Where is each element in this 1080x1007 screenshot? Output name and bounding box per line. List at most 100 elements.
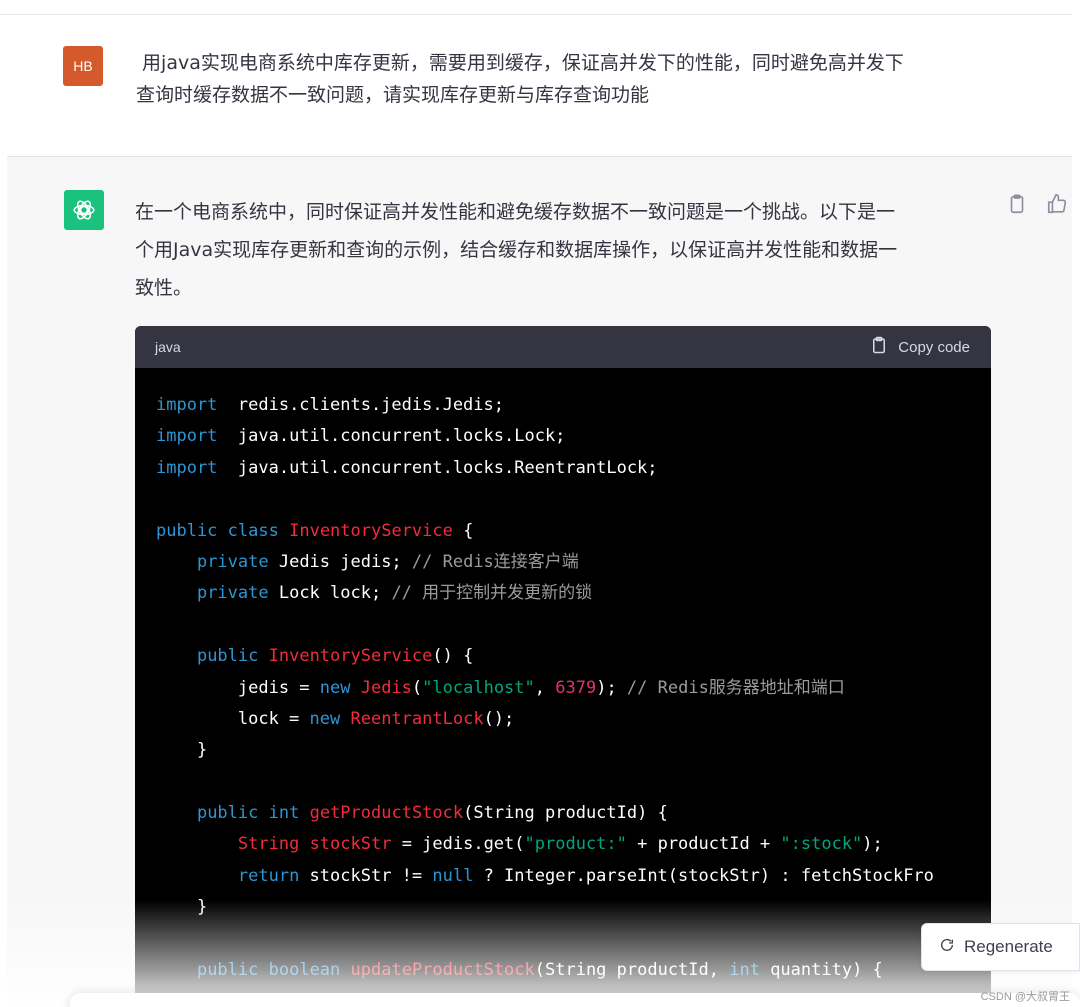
code-token: import bbox=[156, 395, 218, 415]
code-token: java.util.concurrent.locks.ReentrantLock… bbox=[217, 457, 658, 478]
copy-code-label: Copy code bbox=[898, 338, 970, 356]
code-token: class bbox=[227, 520, 279, 541]
code-token: int bbox=[268, 803, 300, 824]
code-token: () { bbox=[432, 646, 474, 667]
clipboard-icon bbox=[870, 335, 888, 359]
code-block: java Copy code import redis.clients.jedi… bbox=[135, 326, 991, 1007]
code-token: // 用于控制并发更新的锁 bbox=[391, 583, 593, 604]
code-token: "product:" bbox=[524, 834, 627, 855]
code-token: , bbox=[534, 677, 556, 698]
code-token: new bbox=[309, 708, 341, 729]
code-token: { bbox=[452, 520, 474, 541]
code-token: ); bbox=[596, 677, 627, 698]
code-token: import bbox=[156, 457, 218, 478]
code-token: (); bbox=[483, 708, 515, 729]
code-line: public int getProductStock(String produc… bbox=[156, 798, 991, 829]
code-token: return bbox=[237, 865, 300, 886]
thumbs-up-icon[interactable] bbox=[1046, 193, 1068, 215]
clipboard-icon[interactable] bbox=[1006, 193, 1028, 215]
assistant-text-line: 在一个电商系统中，同时保证高并发性能和避免缓存数据不一致问题是一个挑战。以下是一 bbox=[135, 201, 896, 223]
code-line: private Lock lock; // 用于控制并发更新的锁 bbox=[156, 578, 991, 609]
code-token: import bbox=[156, 426, 218, 447]
code-line: public class InventoryService { bbox=[156, 516, 991, 547]
assistant-message-text: 在一个电商系统中，同时保证高并发性能和避免缓存数据不一致问题是一个挑战。以下是一… bbox=[135, 193, 985, 307]
code-token: Lock lock; bbox=[268, 583, 392, 604]
regenerate-button[interactable]: Regenerate bbox=[921, 923, 1080, 971]
message-actions bbox=[1006, 193, 1068, 215]
code-token: java.util.concurrent.locks.Lock; bbox=[217, 426, 566, 447]
code-token: boolean bbox=[268, 960, 341, 981]
code-line: public InventoryService() { bbox=[156, 641, 991, 672]
code-token: private bbox=[196, 551, 269, 572]
code-token: (String productId) { bbox=[463, 803, 668, 824]
code-body: import redis.clients.jedis.Jedis; import … bbox=[135, 368, 991, 986]
code-token: public bbox=[156, 520, 218, 541]
user-message-line: 查询时缓存数据不一致问题，请实现库存更新与库存查询功能 bbox=[136, 84, 650, 106]
code-token: public bbox=[196, 960, 259, 981]
code-line: return stockStr != null ? Integer.parseI… bbox=[156, 861, 991, 892]
code-token: int bbox=[729, 960, 760, 981]
code-token: (String productId, bbox=[534, 960, 730, 981]
code-token: public bbox=[196, 803, 259, 824]
code-line: import redis.clients.jedis.Jedis; bbox=[156, 390, 991, 421]
user-message-text: 用java实现电商系统中库存更新，需要用到缓存，保证高并发下的性能，同时避免高并… bbox=[136, 47, 996, 111]
code-token: getProductStock bbox=[309, 803, 464, 824]
refresh-icon bbox=[939, 937, 955, 958]
code-token: public bbox=[196, 646, 259, 667]
code-token: quantity) { bbox=[759, 960, 883, 981]
user-avatar: HB bbox=[63, 46, 103, 86]
code-line: jedis = new Jedis("localhost", 6379); //… bbox=[156, 673, 991, 704]
code-token: String bbox=[237, 834, 300, 855]
code-token: ( bbox=[411, 677, 423, 698]
code-token: updateProductStock bbox=[350, 960, 535, 981]
code-token: } bbox=[156, 897, 208, 918]
code-line: } bbox=[156, 892, 991, 923]
code-token: null bbox=[432, 865, 474, 886]
code-token: // Redis连接客户端 bbox=[411, 551, 579, 572]
code-line: private Jedis jedis; // Redis连接客户端 bbox=[156, 547, 991, 578]
code-token: new bbox=[319, 677, 351, 698]
code-token: ReentrantLock bbox=[350, 708, 484, 729]
user-message-line: 用java实现电商系统中库存更新，需要用到缓存，保证高并发下的性能，同时避免高并… bbox=[136, 52, 904, 74]
code-line: lock = new ReentrantLock(); bbox=[156, 704, 991, 735]
code-token: Jedis jedis; bbox=[268, 551, 412, 572]
code-token: stockStr != bbox=[299, 865, 433, 886]
code-token: "localhost" bbox=[422, 677, 535, 698]
code-line: String stockStr = jedis.get("product:" +… bbox=[156, 829, 991, 860]
code-token: redis.clients.jedis.Jedis; bbox=[217, 395, 504, 415]
code-token: = jedis.get( bbox=[391, 834, 525, 855]
code-token: } bbox=[156, 740, 208, 761]
copy-code-button[interactable]: Copy code bbox=[870, 335, 970, 359]
code-header: java Copy code bbox=[135, 326, 991, 368]
code-token: InventoryService bbox=[289, 520, 453, 541]
code-token: ":stock" bbox=[780, 834, 863, 855]
code-line: import java.util.concurrent.locks.Reentr… bbox=[156, 453, 991, 484]
code-token: ? Integer.parseInt(stockStr) : fetchStoc… bbox=[473, 865, 934, 886]
code-language-label: java bbox=[155, 339, 181, 355]
code-line: import java.util.concurrent.locks.Lock; bbox=[156, 421, 991, 452]
openai-logo-icon bbox=[64, 190, 104, 230]
code-token: ); bbox=[862, 834, 883, 855]
code-token: // Redis服务器地址和端口 bbox=[626, 677, 845, 698]
code-line: public boolean updateProductStock(String… bbox=[156, 955, 991, 986]
code-token: Jedis bbox=[360, 677, 412, 698]
chat-input-box[interactable] bbox=[70, 993, 1080, 1007]
assistant-text-line: 个用Java实现库存更新和查询的示例，结合缓存和数据库操作，以保证高并发性能和数… bbox=[135, 239, 898, 261]
